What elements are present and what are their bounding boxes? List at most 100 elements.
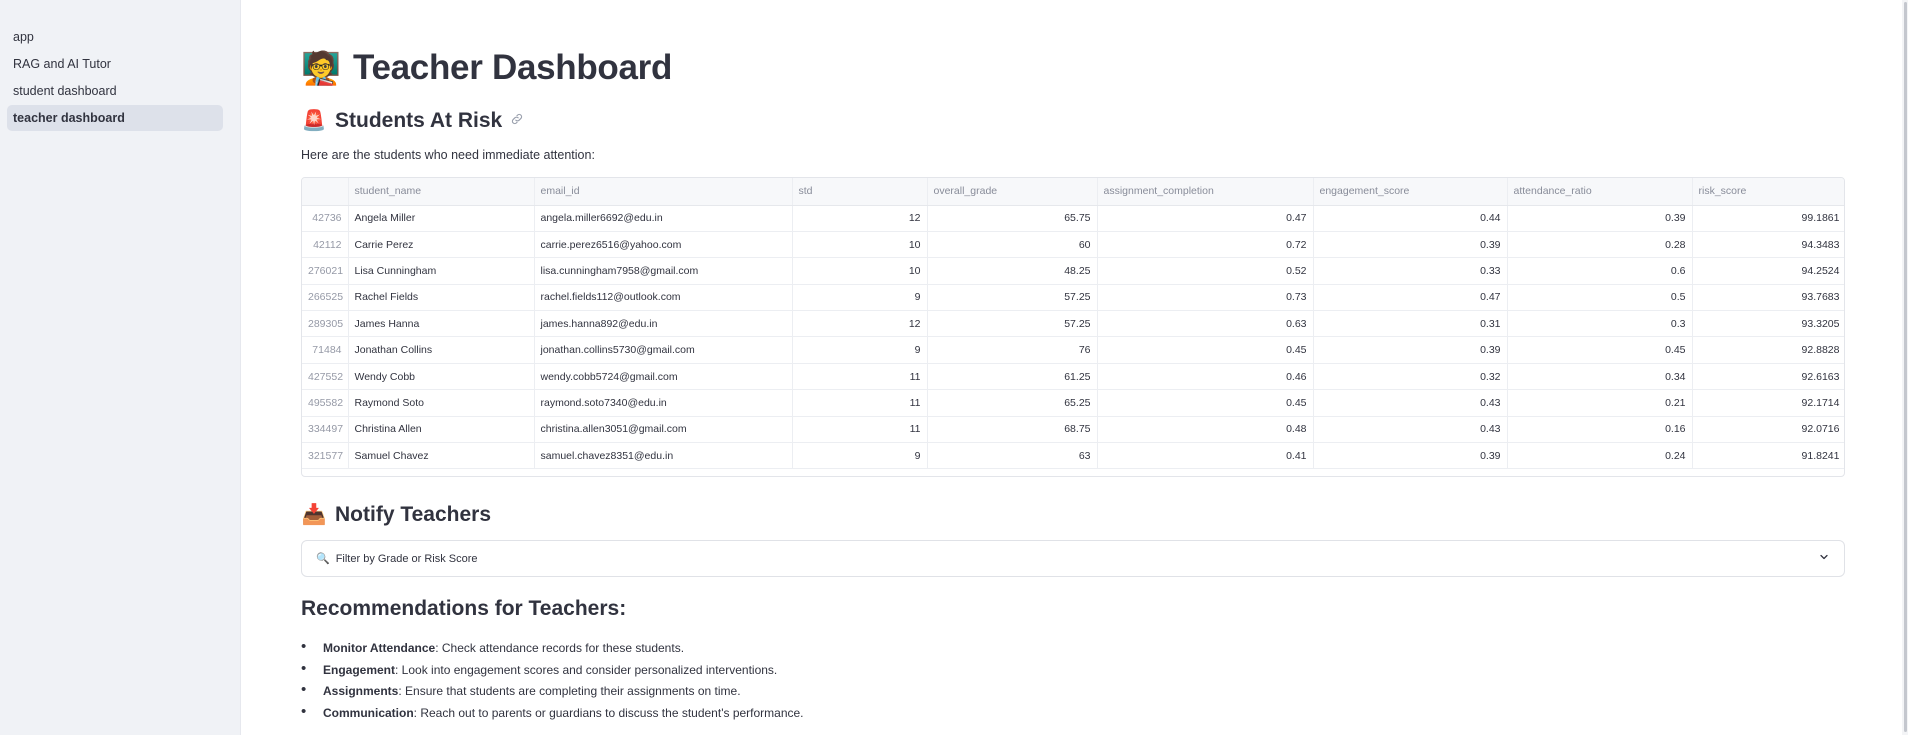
table-header-engagement-score[interactable]: engagement_score xyxy=(1313,178,1508,206)
table-cell-overall-grade[interactable]: 57.25 xyxy=(927,284,1098,312)
table-cell-std[interactable]: 9 xyxy=(792,442,928,470)
table-cell-assignment-completion[interactable]: 0.73 xyxy=(1097,284,1314,312)
table-cell-email-id[interactable]: rachel.fields112@outlook.com xyxy=(534,284,793,312)
table-cell-assignment-completion[interactable]: 0.45 xyxy=(1097,336,1314,364)
table-cell-assignment-completion[interactable]: 0.63 xyxy=(1097,310,1314,338)
table-header-assignment-completion[interactable]: assignment_completion xyxy=(1097,178,1314,206)
at-risk-table[interactable]: student_name email_id std overall_grade … xyxy=(301,177,1845,477)
table-cell-student-name[interactable]: Angela Miller xyxy=(348,205,535,232)
table-cell-assignment-completion[interactable]: 0.46 xyxy=(1097,363,1314,391)
table-header-overall-grade[interactable]: overall_grade xyxy=(927,178,1098,206)
table-cell-attendance-ratio[interactable]: 0.39 xyxy=(1507,205,1693,232)
table-cell-student-name[interactable]: Raymond Soto xyxy=(348,389,535,417)
table-cell-attendance-ratio[interactable]: 0.21 xyxy=(1507,389,1693,417)
table-cell-index[interactable]: 495582 xyxy=(302,389,349,417)
table-cell-risk-score[interactable]: 92.0716 xyxy=(1692,416,1844,444)
table-header-std[interactable]: std xyxy=(792,178,928,206)
table-cell-email-id[interactable]: christina.allen3051@gmail.com xyxy=(534,416,793,444)
table-cell-risk-score[interactable]: 91.8241 xyxy=(1692,442,1844,470)
table-row[interactable]: 334497 Christina Allen christina.allen3051… xyxy=(302,416,1844,444)
table-cell-index[interactable]: 42112 xyxy=(302,231,349,259)
table-cell-overall-grade[interactable]: 68.75 xyxy=(927,416,1098,444)
table-cell-assignment-completion[interactable]: 0.72 xyxy=(1097,231,1314,259)
table-cell-overall-grade[interactable]: 65.25 xyxy=(927,389,1098,417)
table-cell-attendance-ratio[interactable]: 0.45 xyxy=(1507,336,1693,364)
table-cell-email-id[interactable]: samuel.chavez8351@edu.in xyxy=(534,442,793,470)
table-cell-assignment-completion[interactable]: 0.47 xyxy=(1097,205,1314,232)
page-scrollbar[interactable] xyxy=(1902,0,1908,735)
table-cell-index[interactable]: 276021 xyxy=(302,257,349,285)
table-cell-std[interactable]: 12 xyxy=(792,310,928,338)
table-cell-engagement-score[interactable]: 0.33 xyxy=(1313,257,1508,285)
table-header-index[interactable] xyxy=(302,178,349,206)
table-cell-index[interactable]: 427552 xyxy=(302,363,349,391)
table-cell-index[interactable]: 42736 xyxy=(302,205,349,232)
table-cell-email-id[interactable]: raymond.soto7340@edu.in xyxy=(534,389,793,417)
table-cell-student-name[interactable]: Samuel Chavez xyxy=(348,442,535,470)
table-cell-engagement-score[interactable]: 0.32 xyxy=(1313,363,1508,391)
table-cell-student-name[interactable]: Wendy Cobb xyxy=(348,363,535,391)
table-cell-attendance-ratio[interactable]: 0.24 xyxy=(1507,442,1693,470)
table-cell-index[interactable]: 321577 xyxy=(302,442,349,470)
table-cell-engagement-score[interactable]: 0.39 xyxy=(1313,442,1508,470)
table-cell-overall-grade[interactable]: 60 xyxy=(927,231,1098,259)
table-cell-std[interactable]: 9 xyxy=(792,336,928,364)
table-cell-attendance-ratio[interactable]: 0.28 xyxy=(1507,231,1693,259)
table-cell-risk-score[interactable]: 92.6163 xyxy=(1692,363,1844,391)
table-cell-email-id[interactable]: james.hanna892@edu.in xyxy=(534,310,793,338)
table-row[interactable]: 289305 James Hanna james.hanna892@edu.in 12… xyxy=(302,310,1844,338)
table-row[interactable]: 266525 Rachel Fields rachel.fields112@outl… xyxy=(302,284,1844,312)
table-cell-email-id[interactable]: carrie.perez6516@yahoo.com xyxy=(534,231,793,259)
table-row[interactable]: 276021 Lisa Cunningham lisa.cunningham7958… xyxy=(302,257,1844,285)
table-cell-engagement-score[interactable]: 0.43 xyxy=(1313,416,1508,444)
table-cell-engagement-score[interactable]: 0.39 xyxy=(1313,231,1508,259)
table-cell-std[interactable]: 10 xyxy=(792,231,928,259)
sidebar-item-app[interactable]: app xyxy=(7,24,223,50)
link-icon[interactable] xyxy=(510,112,524,129)
table-cell-student-name[interactable]: James Hanna xyxy=(348,310,535,338)
table-cell-overall-grade[interactable]: 48.25 xyxy=(927,257,1098,285)
table-cell-student-name[interactable]: Carrie Perez xyxy=(348,231,535,259)
table-cell-assignment-completion[interactable]: 0.45 xyxy=(1097,389,1314,417)
table-cell-student-name[interactable]: Lisa Cunningham xyxy=(348,257,535,285)
table-cell-overall-grade[interactable]: 65.75 xyxy=(927,205,1098,232)
table-cell-engagement-score[interactable]: 0.43 xyxy=(1313,389,1508,417)
table-cell-risk-score[interactable]: 92.8828 xyxy=(1692,336,1844,364)
table-cell-assignment-completion[interactable]: 0.52 xyxy=(1097,257,1314,285)
table-cell-risk-score[interactable]: 93.3205 xyxy=(1692,310,1844,338)
table-cell-email-id[interactable]: wendy.cobb5724@gmail.com xyxy=(534,363,793,391)
table-cell-overall-grade[interactable]: 76 xyxy=(927,336,1098,364)
table-cell-engagement-score[interactable]: 0.44 xyxy=(1313,205,1508,232)
filter-expander[interactable]: 🔍 Filter by Grade or Risk Score xyxy=(301,540,1845,577)
table-cell-attendance-ratio[interactable]: 0.16 xyxy=(1507,416,1693,444)
table-cell-email-id[interactable]: jonathan.collins5730@gmail.com xyxy=(534,336,793,364)
table-cell-std[interactable]: 11 xyxy=(792,389,928,417)
table-cell-student-name[interactable]: Christina Allen xyxy=(348,416,535,444)
table-cell-risk-score[interactable]: 93.7683 xyxy=(1692,284,1844,312)
table-row[interactable]: 42736 Angela Miller angela.miller6692@edu.… xyxy=(302,205,1844,232)
table-cell-email-id[interactable]: lisa.cunningham7958@gmail.com xyxy=(534,257,793,285)
table-cell-risk-score[interactable]: 94.3483 xyxy=(1692,231,1844,259)
table-cell-student-name[interactable]: Jonathan Collins xyxy=(348,336,535,364)
table-cell-index[interactable]: 71484 xyxy=(302,336,349,364)
sidebar-item-teacher-dashboard[interactable]: teacher dashboard xyxy=(7,105,223,131)
sidebar-item-student-dashboard[interactable]: student dashboard xyxy=(7,78,223,104)
table-cell-index[interactable]: 266525 xyxy=(302,284,349,312)
table-cell-std[interactable]: 12 xyxy=(792,205,928,232)
table-row[interactable]: 321577 Samuel Chavez samuel.chavez8351@edu… xyxy=(302,442,1844,470)
table-cell-engagement-score[interactable]: 0.47 xyxy=(1313,284,1508,312)
table-cell-attendance-ratio[interactable]: 0.34 xyxy=(1507,363,1693,391)
table-cell-std[interactable]: 9 xyxy=(792,284,928,312)
table-header-attendance-ratio[interactable]: attendance_ratio xyxy=(1507,178,1693,206)
table-cell-email-id[interactable]: angela.miller6692@edu.in xyxy=(534,205,793,232)
table-cell-student-name[interactable]: Rachel Fields xyxy=(348,284,535,312)
table-cell-risk-score[interactable]: 99.1861 xyxy=(1692,205,1844,232)
table-row[interactable]: 495582 Raymond Soto raymond.soto7340@edu.i… xyxy=(302,389,1844,417)
table-cell-attendance-ratio[interactable]: 0.3 xyxy=(1507,310,1693,338)
table-cell-overall-grade[interactable]: 63 xyxy=(927,442,1098,470)
table-header-risk-score[interactable]: risk_score xyxy=(1692,178,1844,206)
table-cell-risk-score[interactable]: 94.2524 xyxy=(1692,257,1844,285)
table-cell-std[interactable]: 11 xyxy=(792,416,928,444)
table-cell-overall-grade[interactable]: 57.25 xyxy=(927,310,1098,338)
table-cell-std[interactable]: 11 xyxy=(792,363,928,391)
